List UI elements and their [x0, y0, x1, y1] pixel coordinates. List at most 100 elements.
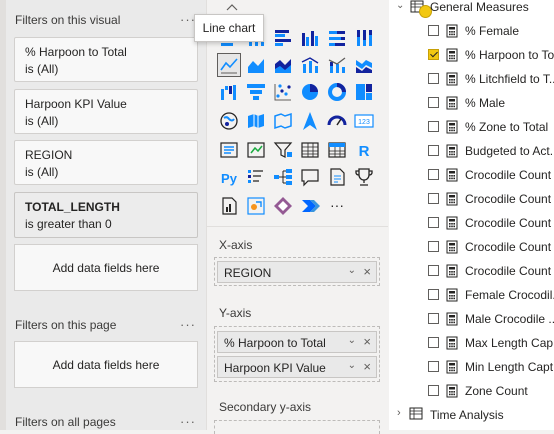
- more-visuals-icon[interactable]: ···: [326, 195, 348, 217]
- pie-chart-icon[interactable]: [299, 81, 321, 103]
- field-checkbox[interactable]: [428, 25, 439, 36]
- clustered-bar-chart-icon[interactable]: [272, 27, 294, 49]
- filter-card-title: Harpoon KPI Value: [25, 97, 127, 111]
- add-data-fields-page[interactable]: Add data fields here: [14, 341, 198, 388]
- decomposition-tree-icon[interactable]: [272, 166, 294, 188]
- field-checkbox[interactable]: [428, 313, 439, 324]
- funnel-icon[interactable]: [245, 81, 267, 103]
- kpi-icon[interactable]: [245, 139, 267, 161]
- close-icon[interactable]: ×: [363, 334, 371, 349]
- field-checkbox[interactable]: [428, 385, 439, 396]
- qa-icon[interactable]: [299, 166, 321, 188]
- waterfall-chart-icon[interactable]: [218, 81, 240, 103]
- python-visual-icon[interactable]: Py: [218, 166, 240, 188]
- line-chart-icon[interactable]: [217, 53, 241, 77]
- donut-chart-icon[interactable]: [326, 81, 348, 103]
- field-checkbox[interactable]: [428, 265, 439, 276]
- metrics-icon[interactable]: [353, 166, 375, 188]
- collapse-chevron-icon[interactable]: [217, 0, 247, 14]
- matrix-icon[interactable]: [326, 139, 348, 161]
- card-icon[interactable]: 123: [353, 110, 375, 132]
- filters-all-more-button[interactable]: ···: [180, 414, 196, 429]
- field-checkbox[interactable]: [428, 169, 439, 180]
- azure-map-icon[interactable]: [299, 110, 321, 132]
- field-checkbox[interactable]: [428, 241, 439, 252]
- field-list-item[interactable]: Male Crocodile ...: [389, 308, 554, 332]
- field-checkbox[interactable]: [428, 145, 439, 156]
- field-checkbox[interactable]: [428, 121, 439, 132]
- power-apps-icon[interactable]: [272, 195, 294, 217]
- arcgis-icon[interactable]: [245, 195, 267, 217]
- filter-card-subtitle: is (All): [25, 165, 59, 179]
- clustered-column-chart-icon[interactable]: [299, 27, 321, 49]
- field-list-item[interactable]: Crocodile Count: [389, 188, 554, 212]
- scatter-chart-icon[interactable]: [272, 81, 294, 103]
- slicer-icon[interactable]: [272, 139, 294, 161]
- filter-card-total-length[interactable]: TOTAL_LENGTH is greater than 0: [14, 192, 198, 238]
- close-icon[interactable]: ×: [363, 359, 371, 374]
- filled-map-icon[interactable]: [245, 110, 267, 132]
- stacked-area-chart-icon[interactable]: [272, 54, 294, 76]
- treemap-icon[interactable]: [353, 81, 375, 103]
- filter-card-region[interactable]: REGION is (All): [14, 140, 198, 185]
- line-stacked-column-icon[interactable]: [326, 54, 348, 76]
- 100-stacked-column-chart-icon[interactable]: [353, 27, 375, 49]
- field-list-item[interactable]: % Zone to Total: [389, 116, 554, 140]
- 100-stacked-bar-chart-icon[interactable]: [326, 27, 348, 49]
- field-list-item[interactable]: % Harpoon to To: [389, 44, 554, 68]
- field-checkbox[interactable]: [428, 73, 439, 84]
- chevron-down-icon[interactable]: ⌄: [348, 360, 356, 371]
- secondary-yaxis-well[interactable]: [214, 420, 380, 434]
- field-list-item[interactable]: % Female: [389, 20, 554, 44]
- chevron-down-icon[interactable]: ⌄: [396, 0, 404, 11]
- power-automate-icon[interactable]: [299, 195, 321, 217]
- field-checkbox[interactable]: [428, 49, 439, 60]
- field-list-item[interactable]: Crocodile Count: [389, 212, 554, 236]
- field-list-item[interactable]: Crocodile Count: [389, 260, 554, 284]
- field-list-item[interactable]: Female Crocodil...: [389, 284, 554, 308]
- field-list-item[interactable]: Crocodile Count: [389, 164, 554, 188]
- add-data-fields-visual[interactable]: Add data fields here: [14, 244, 198, 291]
- field-label: Female Crocodil...: [465, 288, 554, 302]
- gauge-icon[interactable]: [326, 110, 348, 132]
- close-icon[interactable]: ×: [363, 264, 371, 279]
- field-list-item[interactable]: Min Length Capt: [389, 356, 554, 380]
- calculator-icon: [446, 312, 458, 326]
- field-list-item[interactable]: Crocodile Count: [389, 236, 554, 260]
- yaxis-well[interactable]: % Harpoon to Total ⌄ × Harpoon KPI Value…: [214, 326, 380, 382]
- yaxis-field-harpoon-kpi[interactable]: Harpoon KPI Value ⌄ ×: [217, 356, 377, 378]
- table-icon[interactable]: [299, 139, 321, 161]
- field-list-item[interactable]: % Litchfield to T...: [389, 68, 554, 92]
- field-list-item[interactable]: Zone Count: [389, 380, 554, 404]
- field-checkbox[interactable]: [428, 337, 439, 348]
- chevron-down-icon[interactable]: ⌄: [348, 265, 356, 276]
- smart-narrative-icon[interactable]: [326, 166, 348, 188]
- field-checkbox[interactable]: [428, 361, 439, 372]
- field-list-item[interactable]: Max Length Cap...: [389, 332, 554, 356]
- filter-card-harpoon-kpi[interactable]: Harpoon KPI Value is (All): [14, 89, 198, 134]
- xaxis-field-region[interactable]: REGION ⌄ ×: [217, 261, 377, 283]
- multi-row-card-icon[interactable]: [218, 139, 240, 161]
- shape-map-icon[interactable]: [272, 110, 294, 132]
- field-checkbox[interactable]: [428, 289, 439, 300]
- area-chart-icon[interactable]: [245, 54, 267, 76]
- field-list-item[interactable]: Budgeted to Act...: [389, 140, 554, 164]
- key-influencers-icon[interactable]: [245, 166, 267, 188]
- filters-page-more-button[interactable]: ···: [180, 317, 196, 332]
- map-icon[interactable]: [218, 110, 240, 132]
- ribbon-chart-icon[interactable]: [353, 54, 375, 76]
- field-list-item[interactable]: % Male: [389, 92, 554, 116]
- chevron-down-icon[interactable]: ⌄: [348, 335, 356, 346]
- r-visual-icon[interactable]: R: [353, 139, 375, 161]
- table-row-time-analysis[interactable]: › Time Analysis: [389, 404, 554, 426]
- table-row-general-measures[interactable]: ⌄ General Measures: [389, 0, 554, 20]
- filter-card-harpoon-to-total[interactable]: % Harpoon to Total is (All): [14, 37, 198, 82]
- xaxis-well[interactable]: REGION ⌄ ×: [214, 257, 380, 286]
- line-clustered-column-icon[interactable]: [299, 54, 321, 76]
- field-checkbox[interactable]: [428, 193, 439, 204]
- field-checkbox[interactable]: [428, 97, 439, 108]
- chevron-right-icon[interactable]: ›: [397, 407, 401, 419]
- paginated-report-icon[interactable]: [218, 195, 240, 217]
- yaxis-field-harpoon-to-total[interactable]: % Harpoon to Total ⌄ ×: [217, 331, 377, 353]
- field-checkbox[interactable]: [428, 217, 439, 228]
